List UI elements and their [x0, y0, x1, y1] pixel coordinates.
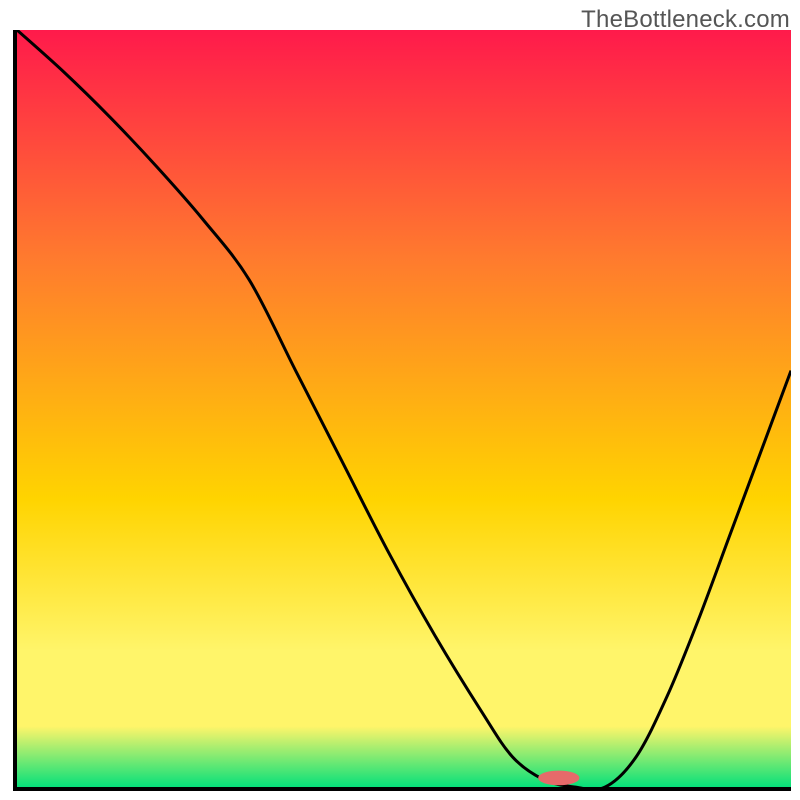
chart-svg: [17, 30, 791, 787]
chart-frame: TheBottleneck.com: [0, 0, 800, 800]
watermark-text: TheBottleneck.com: [581, 6, 790, 34]
plot-area: [13, 30, 791, 791]
gradient-background: [17, 30, 791, 787]
optimal-marker: [539, 771, 579, 785]
